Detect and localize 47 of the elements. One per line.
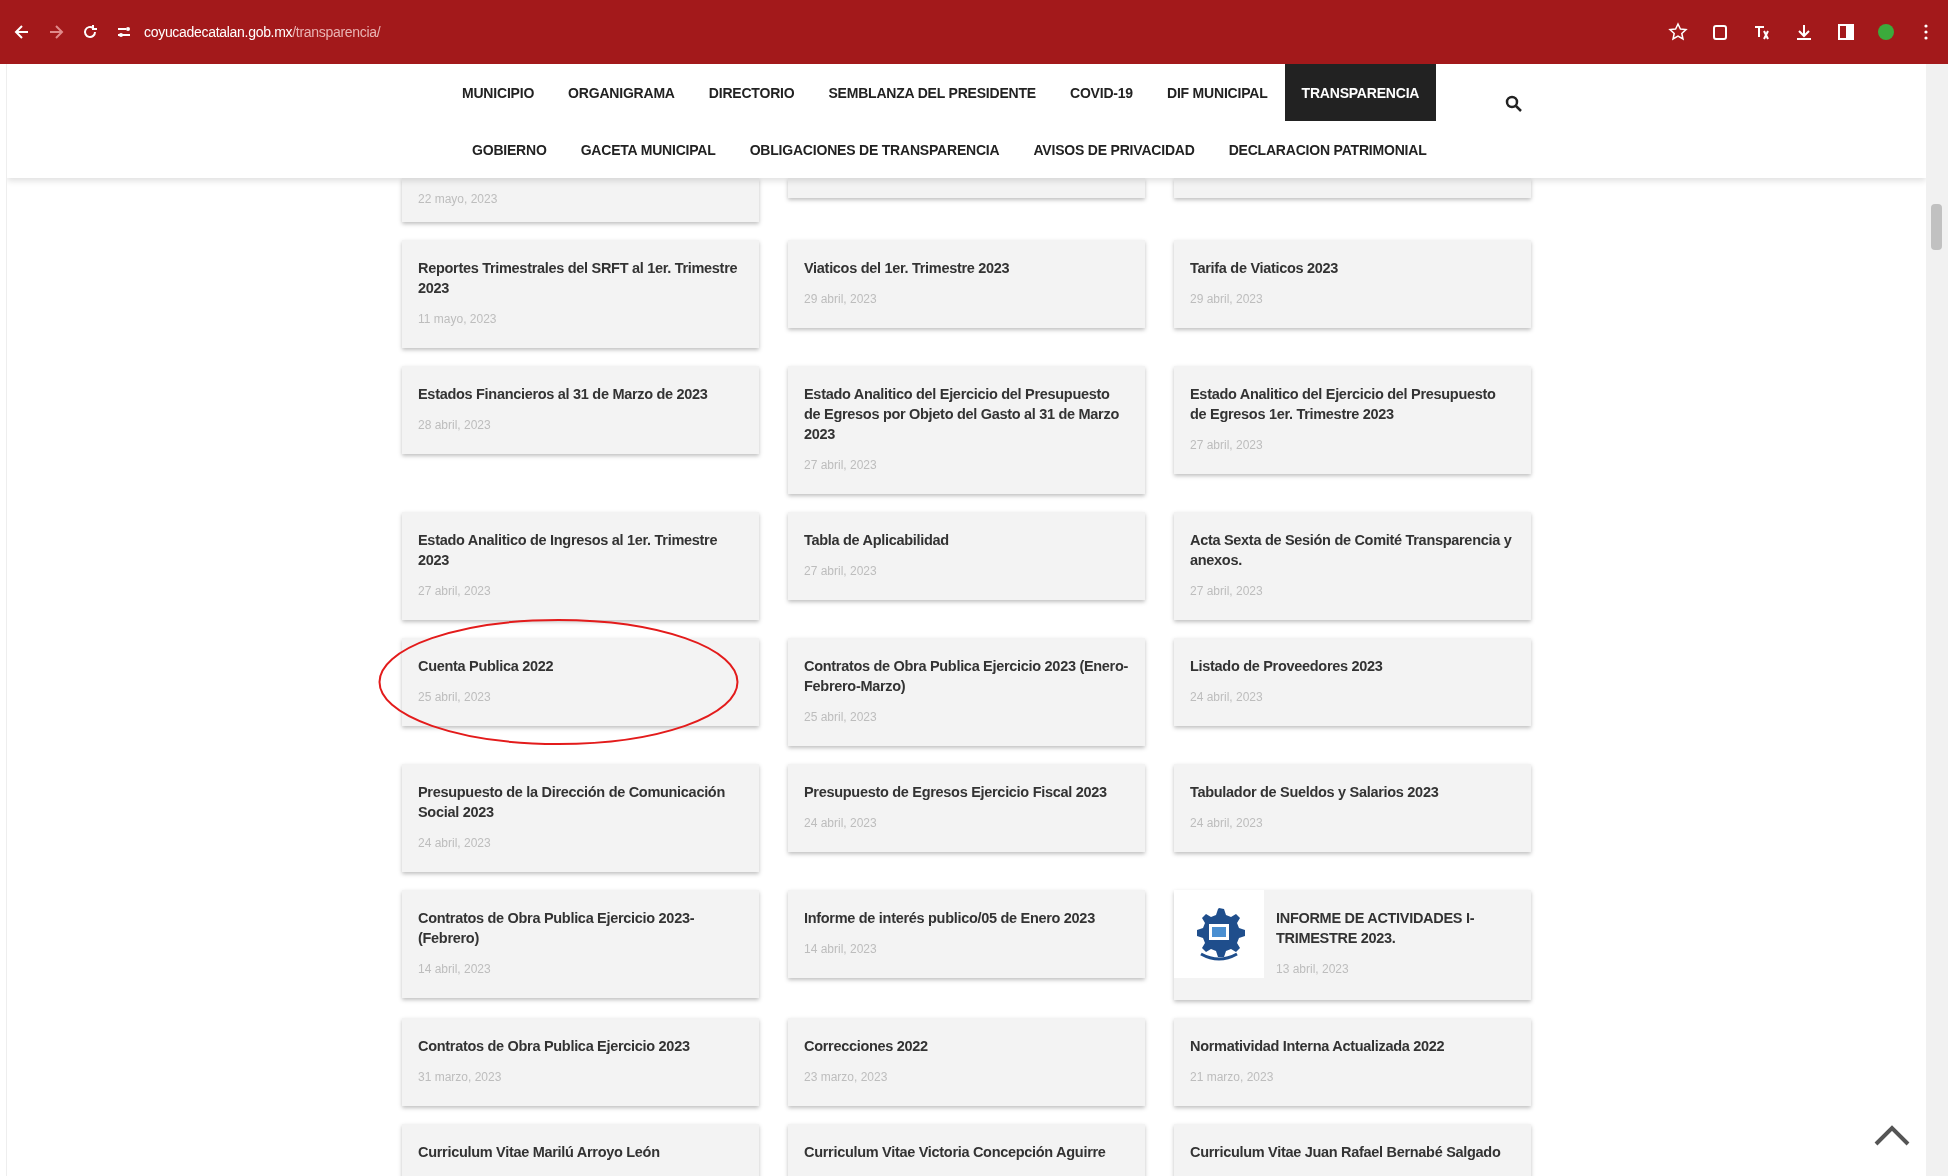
document-card[interactable]: Curriculum Vitae Marilú Arroyo León xyxy=(402,1124,759,1176)
card-title: Listado de Proveedores 2023 xyxy=(1190,657,1383,676)
card-title: Tarifa de Viaticos 2023 xyxy=(1190,259,1339,278)
nav-link[interactable]: GOBIERNO xyxy=(455,121,564,178)
document-card[interactable]: Curriculum Vitae Juan Rafael Bernabé Salgado xyxy=(1174,1124,1531,1176)
card-title: Contratos de Obra Publica Ejercicio 2023 xyxy=(418,1037,690,1056)
nav-link[interactable]: DIF MUNICIPAL xyxy=(1149,64,1285,121)
card-title: Tabulador de Sueldos y Salarios 2023 xyxy=(1190,783,1439,802)
nav-link[interactable]: DIRECTORIO xyxy=(691,64,812,121)
url-text[interactable]: coyucadecatalan.gob.mx/transparencia/ xyxy=(144,24,381,40)
document-card[interactable]: Curriculum Vitae Victoria Concepción Aguirre xyxy=(788,1124,1145,1176)
nav-link[interactable]: GACETA MUNICIPAL xyxy=(563,121,733,178)
nav-link[interactable]: ORGANIGRAMA xyxy=(551,64,692,121)
profile-avatar[interactable] xyxy=(1878,24,1894,40)
scrollbar[interactable] xyxy=(1926,64,1948,1176)
card-title: Curriculum Vitae Marilú Arroyo León xyxy=(418,1143,660,1162)
download-icon[interactable] xyxy=(1794,22,1814,42)
card-title: Estado Analitico del Ejercicio del Presupuesto de Egresos por Objeto del Gasto al 31 de Marzo 2023 xyxy=(804,385,1120,444)
card-title: INFORME DE ACTIVIDADES I-TRIMESTRE 2023. xyxy=(1276,909,1476,948)
card-title: Normatividad Interna Actualizada 2022 xyxy=(1190,1037,1445,1056)
card-title: Reportes Trimestrales del SRFT al 1er. Trimestre 2023 xyxy=(418,259,739,298)
sidebar-icon[interactable] xyxy=(1836,22,1856,42)
card-title: Curriculum Vitae Juan Rafael Bernabé Salgado xyxy=(1190,1143,1501,1162)
card-title: Contratos de Obra Publica Ejercicio 2023-(Febrero) xyxy=(418,909,696,948)
card-title: Presupuesto de Egresos Ejercicio Fiscal 2023 xyxy=(804,783,1107,802)
card-title: Estado Analitico de Ingresos al 1er. Trimestre 2023 xyxy=(418,531,719,570)
nav-link[interactable]: AVISOS DE PRIVACIDAD xyxy=(1016,121,1212,178)
extension-icon[interactable] xyxy=(1710,22,1730,42)
card-title: Contratos de Obra Publica Ejercicio 2023 (Enero-Febrero-Marzo) xyxy=(804,657,1129,696)
search-icon[interactable] xyxy=(1503,94,1524,114)
nav-link[interactable]: TRANSPARENCIA xyxy=(1284,64,1437,121)
nav-link[interactable]: DECLARACION PATRIMONIAL xyxy=(1211,121,1444,178)
star-icon[interactable] xyxy=(1668,22,1688,42)
card-title: Acta Sexta de Sesión de Comité Transparencia y anexos. xyxy=(1190,531,1513,570)
card-title: Curriculum Vitae Victoria Concepción Aguirre xyxy=(804,1143,1106,1162)
card-title: Presupuesto de la Dirección de Comunicación Social 2023 xyxy=(418,783,726,822)
card-title: Correcciones 2022 xyxy=(804,1037,928,1056)
card-title: Viaticos del 1er. Trimestre 2023 xyxy=(804,259,1010,278)
nav-link[interactable]: COVID-19 xyxy=(1053,64,1150,121)
card-title: Informe de interés publico/05 de Enero 2023 xyxy=(804,909,1095,928)
nav-link[interactable]: MUNICIPIO xyxy=(445,64,552,121)
card-title: Estados Financieros al 31 de Marzo de 2023 xyxy=(418,385,708,404)
card-title: Cuenta Publica 2022 xyxy=(418,657,554,676)
nav-link[interactable]: SEMBLANZA DEL PRESIDENTE xyxy=(811,64,1053,121)
card-title: Tabla de Aplicabilidad xyxy=(804,531,949,550)
card-title: Estado Analitico del Ejercicio del Presupuesto de Egresos 1er. Trimestre 2023 xyxy=(1190,385,1497,424)
nav-link[interactable]: OBLIGACIONES DE TRANSPARENCIA xyxy=(732,121,1017,178)
